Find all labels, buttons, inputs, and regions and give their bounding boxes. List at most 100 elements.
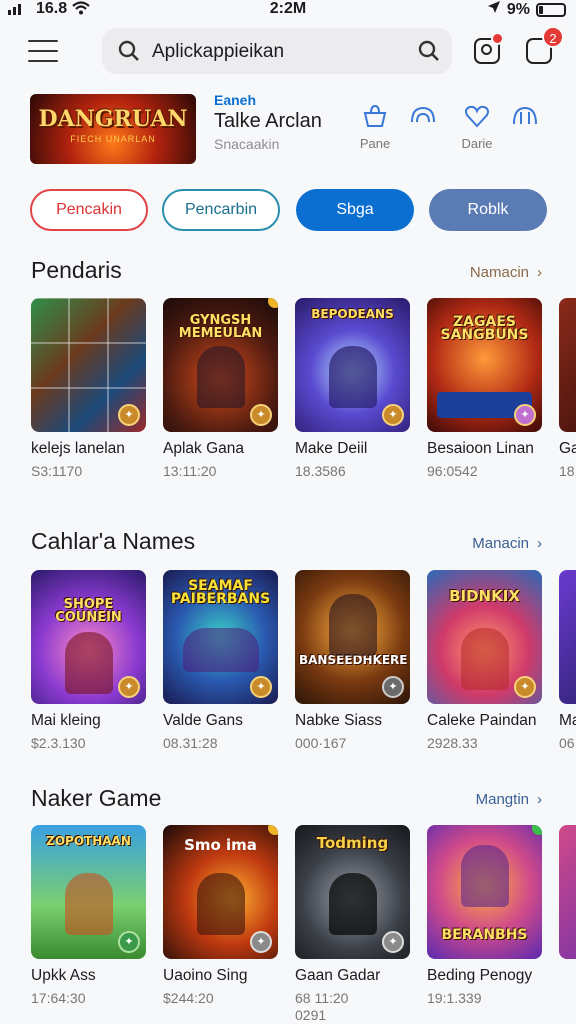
cart-icon[interactable]: 2 <box>526 26 564 64</box>
game-name: Gaan Gadar <box>295 967 381 984</box>
rating-badge-icon: ✦ <box>382 676 404 698</box>
game-card[interactable]: BEPODEANS ✦ Make Deiil 18.3586 <box>295 298 410 479</box>
chip-roblk[interactable]: Roblk <box>429 189 547 231</box>
game-card[interactable] <box>559 825 576 967</box>
game-thumbnail: Todming ✦ <box>295 825 410 959</box>
game-name: Uaoino Sing <box>163 967 248 984</box>
game-name: Besaioon Linan <box>427 440 534 457</box>
rating-badge-icon: ✦ <box>250 404 272 426</box>
action-arch[interactable] <box>500 104 550 136</box>
game-thumbnail: BERANBHS <box>427 825 542 959</box>
game-card[interactable]: ZOPOTHAAN ✦ Upkk Ass 17:64:30 <box>31 825 146 1006</box>
chevron-right-icon: › <box>537 264 542 281</box>
game-price: 17:64:30 <box>31 990 86 1006</box>
game-card[interactable]: BIDNKIX ✦ Caleke Paindan 2928.33 <box>427 570 542 751</box>
game-name: Aplak Gana <box>163 440 244 457</box>
thumbnail-title: Smo ima <box>184 836 257 854</box>
action-rainbow[interactable] <box>398 104 448 136</box>
game-card[interactable]: BANSEEDHKERE ✦ Nabke Siass 000·167 <box>295 570 410 751</box>
game-thumbnail <box>559 298 576 432</box>
game-card[interactable]: ✦ kelejs lanelan S3:1170 <box>31 298 146 479</box>
game-card[interactable]: BERANBHS Beding Penogy 19:1.339 <box>427 825 542 1006</box>
thumbnail-title: SHOPE COUNEIN <box>55 597 122 625</box>
thumbnail-title: BERANBHS <box>441 927 528 943</box>
notification-dot <box>491 32 504 45</box>
section-title: Cahlar'a Names <box>31 528 196 554</box>
rating-badge-icon: ✦ <box>118 404 140 426</box>
game-price: 68 11:20 <box>295 990 349 1006</box>
section-more-link[interactable]: Manacin › <box>472 535 542 552</box>
thumbnail-title: ZAGAES SANGBUNS <box>440 314 529 343</box>
featured-card[interactable]: DANGRUAN FIECH UNARLAN Eaneh Talke Arcla… <box>30 92 550 166</box>
game-card[interactable]: Ga 18 <box>559 298 576 479</box>
game-price: 19:1.339 <box>427 990 482 1006</box>
game-price-secondary: 0291 <box>295 1007 327 1023</box>
game-name: Caleke Paindan <box>427 712 537 729</box>
game-thumbnail: SEAMAF PAIBERBANS ✦ <box>163 570 278 704</box>
game-card[interactable]: Ma 06 <box>559 570 576 751</box>
game-thumbnail: GYNGSH MEMEULAN ✦ <box>163 298 278 432</box>
game-row: SHOPE COUNEIN ✦ Mai kleing $2.3.130 SEAM… <box>0 570 576 770</box>
more-label: Namacin <box>469 264 529 281</box>
action-label: Darie <box>461 136 493 151</box>
rating-badge-icon: ✦ <box>250 931 272 953</box>
section-title: Pendaris <box>31 257 122 283</box>
game-thumbnail <box>559 570 576 704</box>
cart-badge: 2 <box>542 26 564 48</box>
filter-chips: Pencakin Pencarbin Sbga Roblk <box>30 189 550 233</box>
heart-icon <box>452 104 502 130</box>
thumbnail-title: SEAMAF PAIBERBANS <box>170 578 271 607</box>
game-card[interactable]: ZAGAES SANGBUNS ✦ Besaioon Linan 96:0542 <box>427 298 542 479</box>
game-price: 18 <box>559 463 575 479</box>
game-price: $2.3.130 <box>31 735 86 751</box>
action-label: Pane <box>359 136 391 151</box>
thumbnail-title: GYNGSH MEMEULAN <box>178 313 263 341</box>
game-price: 000·167 <box>295 735 347 751</box>
game-controller-icon[interactable] <box>474 32 504 64</box>
search-bar[interactable]: Aplickappieikan <box>102 28 452 74</box>
game-card[interactable]: SEAMAF PAIBERBANS ✦ Valde Gans 08.31:28 <box>163 570 278 751</box>
game-name: Make Deiil <box>295 440 368 457</box>
rating-badge-icon: ✦ <box>382 404 404 426</box>
rating-badge-icon: ✦ <box>514 404 536 426</box>
section-more-link[interactable]: Namacin › <box>470 264 542 281</box>
featured-subtitle: Snacaakin <box>214 136 280 152</box>
action-darie[interactable]: Darie <box>452 104 502 151</box>
game-thumbnail: BANSEEDHKERE ✦ <box>295 570 410 704</box>
game-row: ZOPOTHAAN ✦ Upkk Ass 17:64:30 Smo ima ✦ … <box>0 825 576 1024</box>
game-thumbnail: SHOPE COUNEIN ✦ <box>31 570 146 704</box>
thumbnail-title: BEPODEANS <box>311 307 394 321</box>
game-name: Valde Gans <box>163 712 243 729</box>
game-card[interactable]: GYNGSH MEMEULAN ✦ Aplak Gana 13:11:20 <box>163 298 278 479</box>
chip-pencakin[interactable]: Pencakin <box>30 189 148 231</box>
game-card[interactable]: SHOPE COUNEIN ✦ Mai kleing $2.3.130 <box>31 570 146 751</box>
rating-badge-icon: ✦ <box>118 931 140 953</box>
featured-title: Talke Arclan <box>214 110 322 132</box>
game-card[interactable]: Smo ima ✦ Uaoino Sing $244:20 <box>163 825 278 1006</box>
game-price: 18.3586 <box>295 463 346 479</box>
rating-badge-icon: ✦ <box>250 676 272 698</box>
chip-sbga[interactable]: Sbga <box>296 189 414 231</box>
arch-icon <box>500 104 550 130</box>
chevron-right-icon: › <box>537 535 542 552</box>
chip-pencarbin[interactable]: Pencarbin <box>162 189 280 231</box>
game-name: Nabke Siass <box>295 712 383 729</box>
menu-icon[interactable] <box>28 40 58 62</box>
thumbnail-title: ZOPOTHAAN <box>46 834 131 848</box>
game-price: 96:0542 <box>427 463 478 479</box>
game-card[interactable]: Todming ✦ Gaan Gadar 68 11:20 0291 <box>295 825 410 1023</box>
search-input[interactable]: Aplickappieikan <box>152 41 284 63</box>
thumbnail-title: Todming <box>316 834 389 852</box>
search-submit-icon[interactable] <box>418 40 440 67</box>
game-thumbnail: ✦ <box>31 298 146 432</box>
chevron-right-icon: › <box>537 791 542 808</box>
action-pane[interactable]: Pane <box>350 104 400 151</box>
banner-title: DANGRUAN <box>38 106 188 132</box>
game-price: 08.31:28 <box>163 735 218 751</box>
section-more-link[interactable]: Mangtin › <box>476 791 542 808</box>
game-thumbnail <box>559 825 576 959</box>
more-label: Mangtin <box>475 791 529 808</box>
rainbow-icon <box>398 104 448 130</box>
featured-banner[interactable]: DANGRUAN FIECH UNARLAN <box>30 94 196 164</box>
game-thumbnail: BIDNKIX ✦ <box>427 570 542 704</box>
